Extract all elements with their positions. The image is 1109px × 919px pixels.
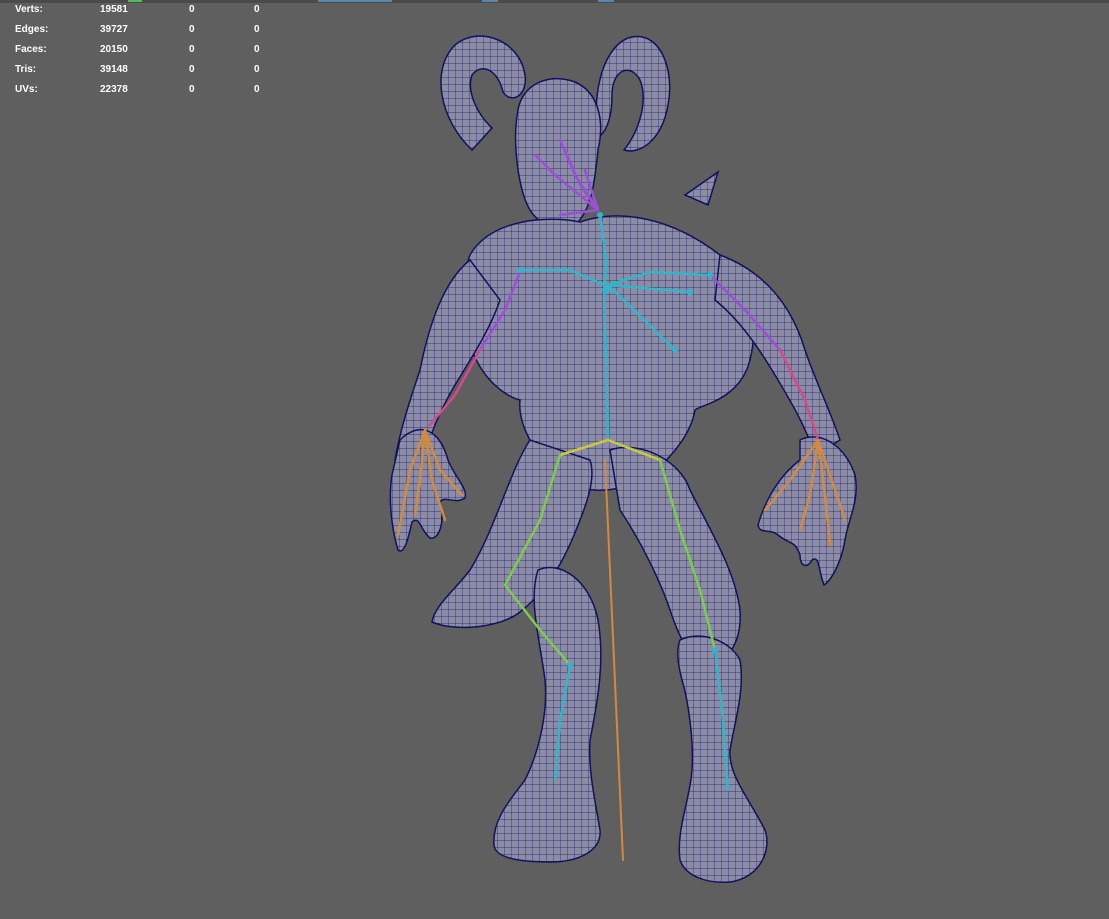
demon-character-model[interactable] <box>0 0 1109 919</box>
back-spike <box>683 170 720 207</box>
right-lower-leg <box>677 635 768 883</box>
root-joint-line <box>604 459 624 861</box>
head <box>514 77 602 229</box>
torso <box>464 215 755 491</box>
right-horn <box>595 35 671 152</box>
left-horn <box>440 35 527 152</box>
right-thigh <box>609 446 741 666</box>
3d-viewport[interactable]: Verts: 19581 0 0 Edges: 39727 0 0 Faces:… <box>0 0 1109 919</box>
mesh-body <box>389 35 857 883</box>
